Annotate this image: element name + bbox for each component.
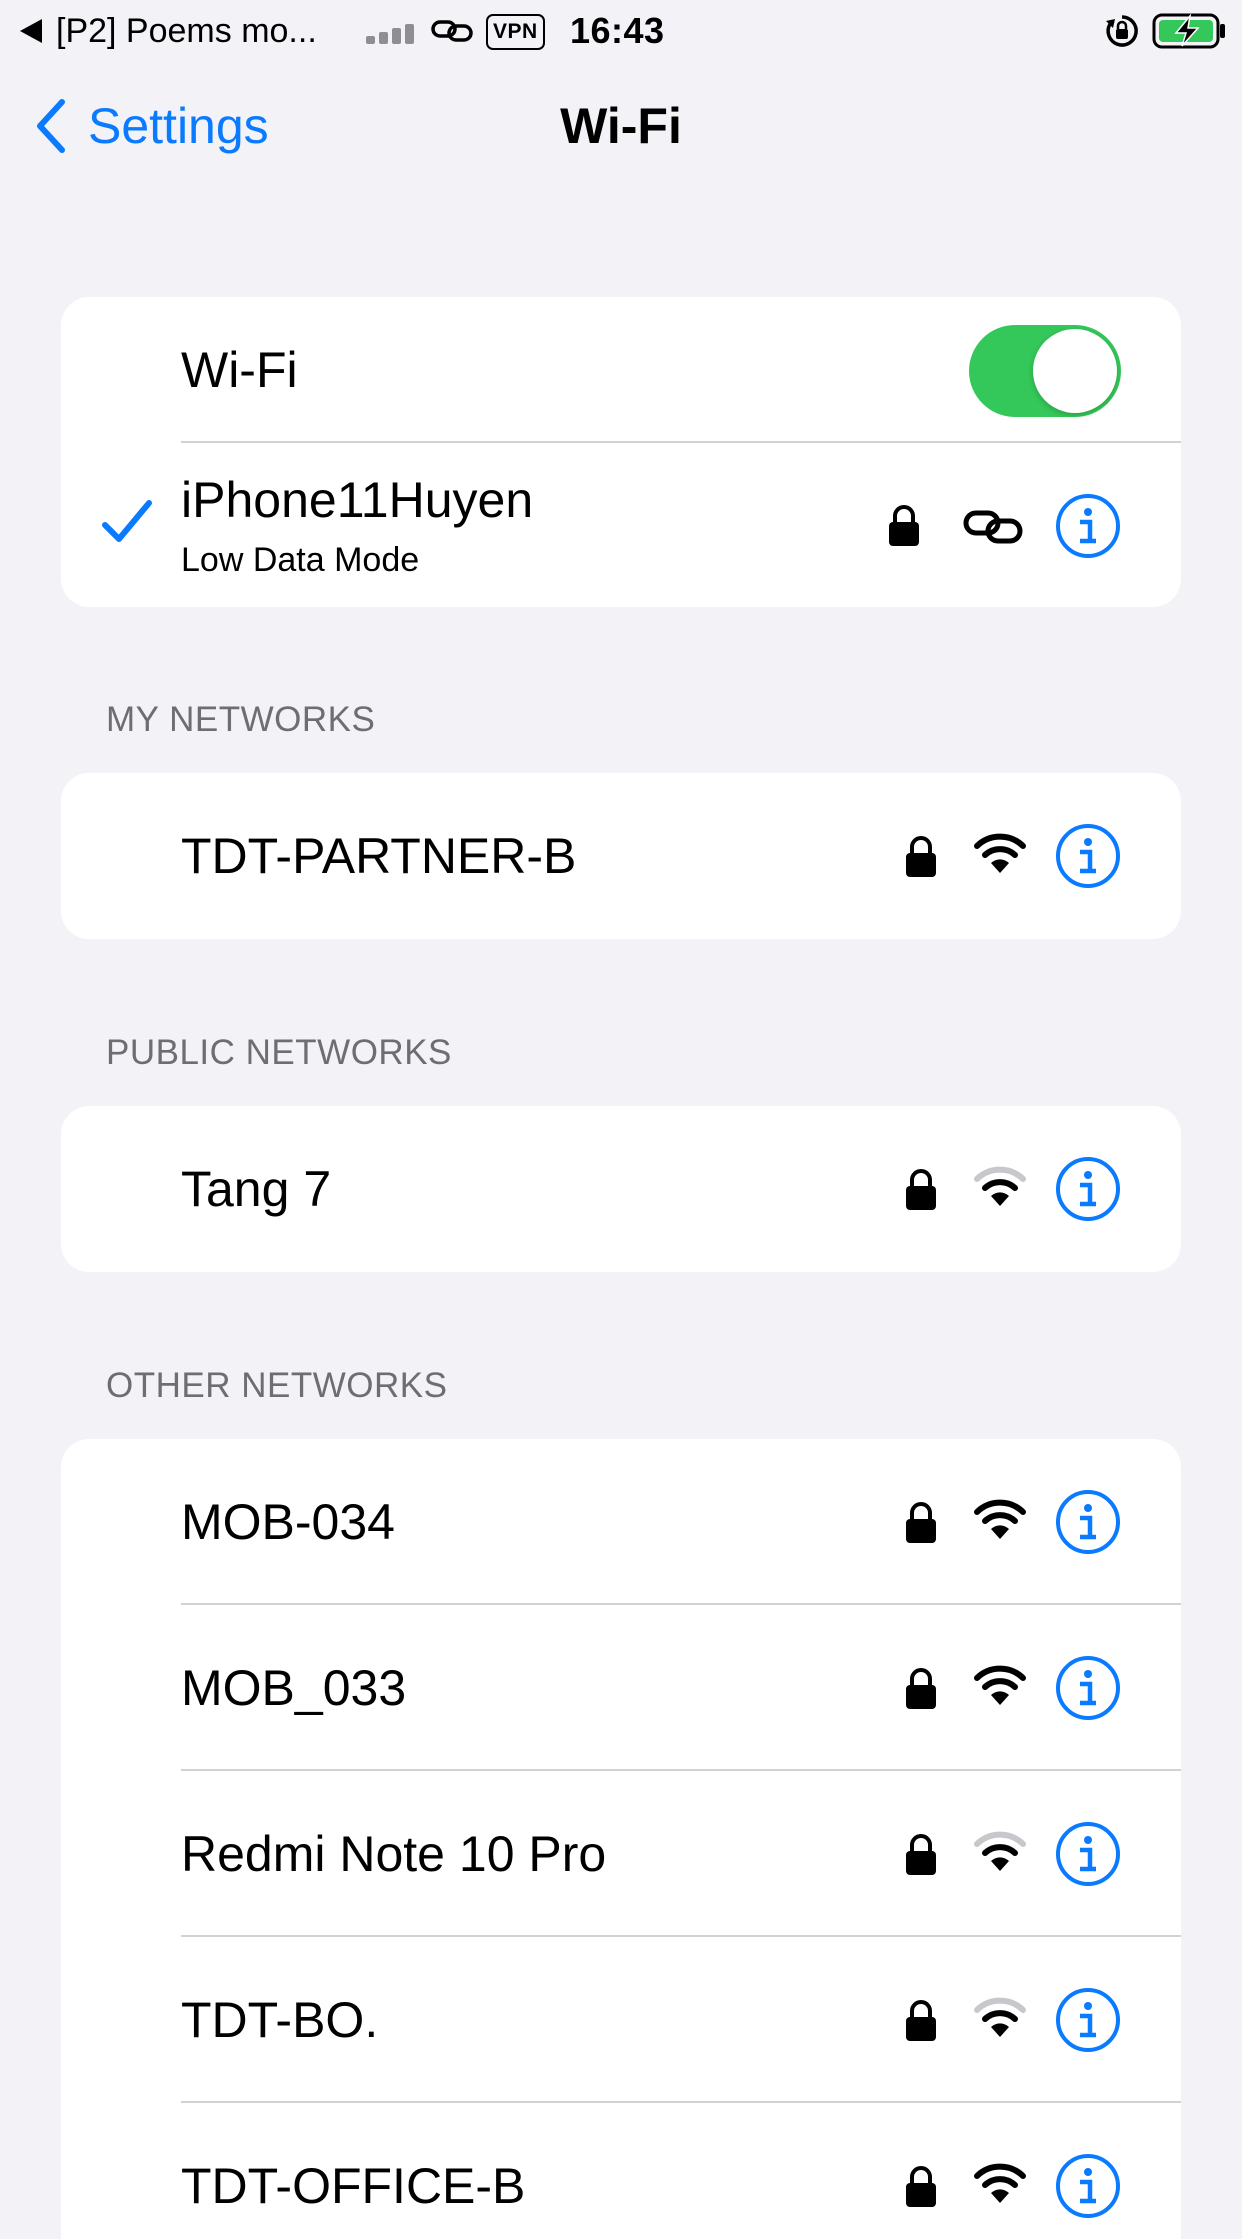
network-name: TDT-OFFICE-B bbox=[181, 2158, 526, 2214]
public-networks-header: PUBLIC NETWORKS bbox=[106, 1033, 452, 1072]
checkmark-icon bbox=[102, 500, 152, 542]
lock-icon bbox=[906, 1169, 936, 1210]
wifi-signal-icon bbox=[974, 1665, 1026, 1705]
connected-network-name: iPhone11Huyen bbox=[181, 472, 534, 528]
back-app-label: [P2] Poems mo... bbox=[56, 11, 317, 50]
info-icon[interactable] bbox=[1055, 1156, 1121, 1222]
battery-charging-icon bbox=[1152, 10, 1228, 52]
info-icon[interactable] bbox=[1055, 493, 1121, 559]
lock-icon bbox=[906, 1834, 936, 1875]
connected-network-subtitle: Low Data Mode bbox=[181, 541, 420, 579]
other-networks-list: MOB-034 MOB_033 Redmi Note 10 Pro TDT-BO. TD… bbox=[61, 1439, 1181, 2239]
network-name: TDT-BO. bbox=[181, 1992, 379, 2048]
lock-icon bbox=[906, 2000, 936, 2041]
network-name: Tang 7 bbox=[181, 1161, 332, 1217]
info-icon[interactable] bbox=[1055, 1489, 1121, 1555]
lock-icon bbox=[906, 836, 936, 877]
toggle-knob bbox=[1033, 329, 1117, 413]
info-icon[interactable] bbox=[1055, 823, 1121, 889]
info-icon[interactable] bbox=[1055, 1655, 1121, 1721]
wifi-toggle-label: Wi-Fi bbox=[181, 342, 298, 398]
info-icon[interactable] bbox=[1055, 2153, 1121, 2219]
network-name: MOB-034 bbox=[181, 1494, 395, 1550]
wifi-signal-icon bbox=[974, 833, 1026, 873]
my-networks-list: TDT-PARTNER-B bbox=[61, 773, 1181, 939]
status-bar: [P2] Poems mo... VPN 16:43 bbox=[0, 0, 1242, 62]
wifi-signal-icon bbox=[974, 1997, 1026, 2037]
network-name: Redmi Note 10 Pro bbox=[181, 1826, 607, 1882]
lock-icon bbox=[906, 1668, 936, 1709]
wifi-signal-icon bbox=[974, 2163, 1026, 2203]
info-icon[interactable] bbox=[1055, 1821, 1121, 1887]
wifi-toggle-row: Wi-Fi bbox=[61, 297, 1181, 443]
back-triangle-icon bbox=[20, 19, 42, 43]
hotspot-link-icon bbox=[430, 10, 474, 52]
network-row[interactable]: TDT-BO. bbox=[61, 1937, 1181, 2103]
wifi-signal-icon bbox=[974, 1166, 1026, 1206]
wifi-signal-icon bbox=[974, 1499, 1026, 1539]
network-row[interactable]: Tang 7 bbox=[61, 1106, 1181, 1272]
vpn-badge: VPN bbox=[486, 14, 545, 50]
lock-icon bbox=[906, 2166, 936, 2207]
other-networks-header: OTHER NETWORKS bbox=[106, 1366, 448, 1405]
network-name: MOB_033 bbox=[181, 1660, 407, 1716]
page-title: Wi-Fi bbox=[560, 98, 682, 154]
network-row[interactable]: MOB_033 bbox=[61, 1605, 1181, 1771]
network-row[interactable]: TDT-PARTNER-B bbox=[61, 773, 1181, 939]
my-networks-header: MY NETWORKS bbox=[106, 700, 376, 739]
network-row[interactable]: MOB-034 bbox=[61, 1439, 1181, 1605]
info-icon[interactable] bbox=[1055, 1987, 1121, 2053]
personal-hotspot-link-icon bbox=[963, 510, 1023, 544]
network-row[interactable]: TDT-OFFICE-B bbox=[61, 2103, 1181, 2239]
connected-network-row[interactable]: iPhone11Huyen Low Data Mode bbox=[61, 443, 1181, 607]
lock-icon bbox=[906, 1502, 936, 1543]
back-to-app[interactable]: [P2] Poems mo... bbox=[20, 10, 317, 52]
network-row[interactable]: Redmi Note 10 Pro bbox=[61, 1771, 1181, 1937]
lock-icon bbox=[889, 505, 919, 546]
network-name: TDT-PARTNER-B bbox=[181, 828, 577, 884]
status-time: 16:43 bbox=[570, 10, 665, 51]
public-networks-list: Tang 7 bbox=[61, 1106, 1181, 1272]
orientation-lock-icon bbox=[1104, 10, 1140, 52]
cellular-signal-icon bbox=[366, 20, 414, 44]
wifi-signal-icon bbox=[974, 1831, 1026, 1871]
wifi-main-card: Wi-Fi iPhone11Huyen Low Data Mode bbox=[61, 297, 1181, 607]
wifi-toggle-switch[interactable] bbox=[969, 325, 1121, 417]
